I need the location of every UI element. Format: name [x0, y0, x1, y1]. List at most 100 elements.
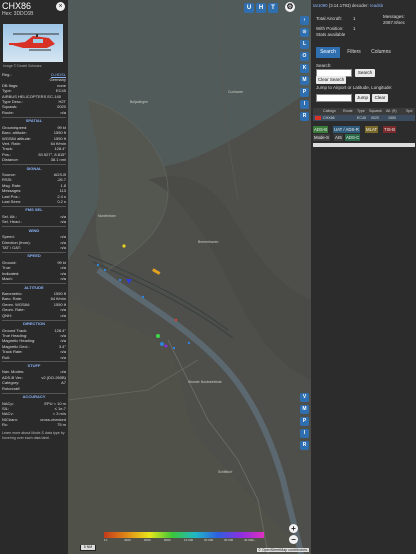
r-lower-button[interactable]: R: [300, 441, 309, 450]
detail-label: Messages:: [2, 188, 22, 194]
clear-button[interactable]: Clear: [372, 94, 388, 102]
settings-gear-icon[interactable]: ⚙: [285, 2, 295, 12]
section-title: STUFF: [27, 362, 41, 368]
section-title: SIGNAL: [26, 165, 42, 171]
jump-label: Jump to Airport or Latitude, Longitude:: [316, 85, 393, 90]
legend-uat: UAT / ADS-R: [333, 126, 360, 133]
detail-value[interactable]: D-HDSL: [51, 72, 66, 77]
zoom-in-button[interactable]: +: [289, 524, 298, 533]
close-icon[interactable]: ×: [56, 2, 65, 11]
detail-value: n/a: [60, 234, 66, 240]
detail-value: 2.4 s: [57, 193, 66, 199]
p-lower-button[interactable]: P: [300, 417, 309, 426]
total-aircraft-value: 1: [353, 16, 356, 21]
legend-ais: AIS: [334, 134, 343, 141]
u-button[interactable]: U: [244, 3, 254, 13]
center-map-icon[interactable]: ⊙: [300, 28, 309, 37]
aircraft-hex: Hex: 3DDC6B: [2, 11, 34, 17]
detail-label: Magnetic Decl.:: [2, 343, 30, 349]
detail-value: -26.7: [56, 177, 66, 183]
tab-search[interactable]: Search: [316, 47, 340, 58]
footnote: Learn more about Mode-S data type by hov…: [2, 430, 65, 440]
tab-columns[interactable]: Columns: [368, 47, 394, 58]
detail-value: A7: [61, 380, 66, 386]
detail-value: 1550 ft: [53, 301, 66, 307]
total-aircraft-label: Total Aircraft:: [316, 16, 343, 21]
detail-value: n/a: [60, 349, 66, 355]
detail-label: Sel. Alt.:: [2, 213, 17, 219]
p-button[interactable]: P: [300, 88, 309, 97]
detail-label: Baro. Rate:: [2, 296, 23, 302]
col-type[interactable]: Type: [357, 109, 365, 113]
i-button[interactable]: I: [300, 100, 309, 109]
search-button[interactable]: Search: [355, 69, 375, 77]
jump-button[interactable]: Jump: [355, 94, 370, 102]
aircraft-table-header: Callsign Route Type Squawk Alt. (ft) Spd: [313, 108, 415, 115]
place-label: Nordenham: [98, 214, 116, 218]
clear-search-button[interactable]: Clear Search: [316, 76, 346, 84]
detail-value: EPU < 10 m: [44, 400, 66, 406]
m-button[interactable]: M: [300, 76, 309, 85]
col-altitude[interactable]: Alt. (ft): [386, 109, 397, 113]
i-lower-button[interactable]: I: [300, 429, 309, 438]
detail-label: Mach:: [2, 276, 13, 282]
legend-mlat: MLAT: [365, 126, 379, 133]
detail-value: H2T: [58, 99, 66, 104]
place-label: Cuxhaven: [228, 90, 244, 94]
v-button[interactable]: V: [300, 393, 309, 402]
tab-filters[interactable]: Filters: [342, 47, 366, 58]
legend-tisb: TIS-B: [383, 126, 396, 133]
aircraft-list-panel: tar1090 (3.14.1793) decoder: readsb Tota…: [311, 0, 416, 554]
detail-label: Magnetic Heading:: [2, 338, 36, 344]
detail-value: none: [57, 82, 66, 88]
detail-value: n/a: [60, 276, 66, 282]
collapse-icon[interactable]: ‹: [300, 16, 309, 25]
r-button[interactable]: R: [300, 112, 309, 121]
col-callsign[interactable]: Callsign: [323, 109, 336, 113]
detail-value: ≤ 1e-7: [54, 405, 66, 411]
detail-label: Geom. Rate:: [2, 307, 25, 313]
detail-label: True:: [2, 265, 12, 271]
table-row[interactable]: CHX86 EC45 0020 1550: [313, 115, 415, 121]
detail-value: 99 kt: [57, 259, 66, 265]
h-button[interactable]: H: [256, 3, 266, 13]
t-button[interactable]: T: [268, 3, 278, 13]
detail-label: NACv:: [2, 411, 14, 417]
col-speed[interactable]: Spd: [406, 109, 412, 113]
zoom-out-button[interactable]: −: [289, 535, 298, 544]
detail-label: Sel. Head.:: [2, 219, 22, 225]
aircraft-photo[interactable]: [3, 24, 63, 62]
detail-label: Type Desc.:: [2, 99, 24, 104]
map-view[interactable]: U H T ⚙ ‹ ⊙ L O K M P I R V M P I R Butj…: [68, 0, 311, 554]
tar1090-link[interactable]: tar1090: [313, 3, 328, 8]
version-text: (3.14.1793): [328, 3, 351, 8]
col-route[interactable]: Route: [343, 109, 353, 113]
detail-value: n/a: [60, 307, 66, 313]
m-lower-button[interactable]: M: [300, 405, 309, 414]
place-label: Schiffdorf: [218, 470, 233, 474]
detail-label: Pos.:: [2, 151, 12, 157]
table-scrollbar[interactable]: [313, 143, 415, 147]
jump-input[interactable]: [316, 94, 352, 102]
o-button[interactable]: O: [300, 52, 309, 61]
decoder-link[interactable]: readsb: [370, 3, 383, 8]
detail-value: 0020: [57, 104, 66, 110]
l-button[interactable]: L: [300, 40, 309, 49]
map-attribution[interactable]: © OpenStreetMap contributors.: [257, 548, 309, 552]
detail-label: RSSI:: [2, 177, 13, 183]
detail-label: Rc:: [2, 422, 8, 428]
detail-value: 99 kt: [57, 124, 66, 130]
detail-value: 64 ft/min: [50, 140, 66, 146]
flag-icon: [315, 116, 321, 120]
detail-label: Last Pos.:: [2, 193, 20, 199]
detail-label: Track Rate:: [2, 349, 23, 355]
section-title: DIRECTION: [23, 321, 45, 326]
col-squawk[interactable]: Squawk: [369, 109, 382, 113]
detail-value: 38.1 nmi: [50, 157, 66, 163]
k-button[interactable]: K: [300, 64, 309, 73]
scale-bar: 5 NM: [80, 545, 96, 551]
detail-value: 1550 ft: [53, 291, 66, 296]
stats-available-label[interactable]: Stats available: [316, 32, 345, 37]
messages-label: Messages:: [383, 14, 405, 19]
detail-label: ADS-B Ver.:: [2, 374, 24, 380]
